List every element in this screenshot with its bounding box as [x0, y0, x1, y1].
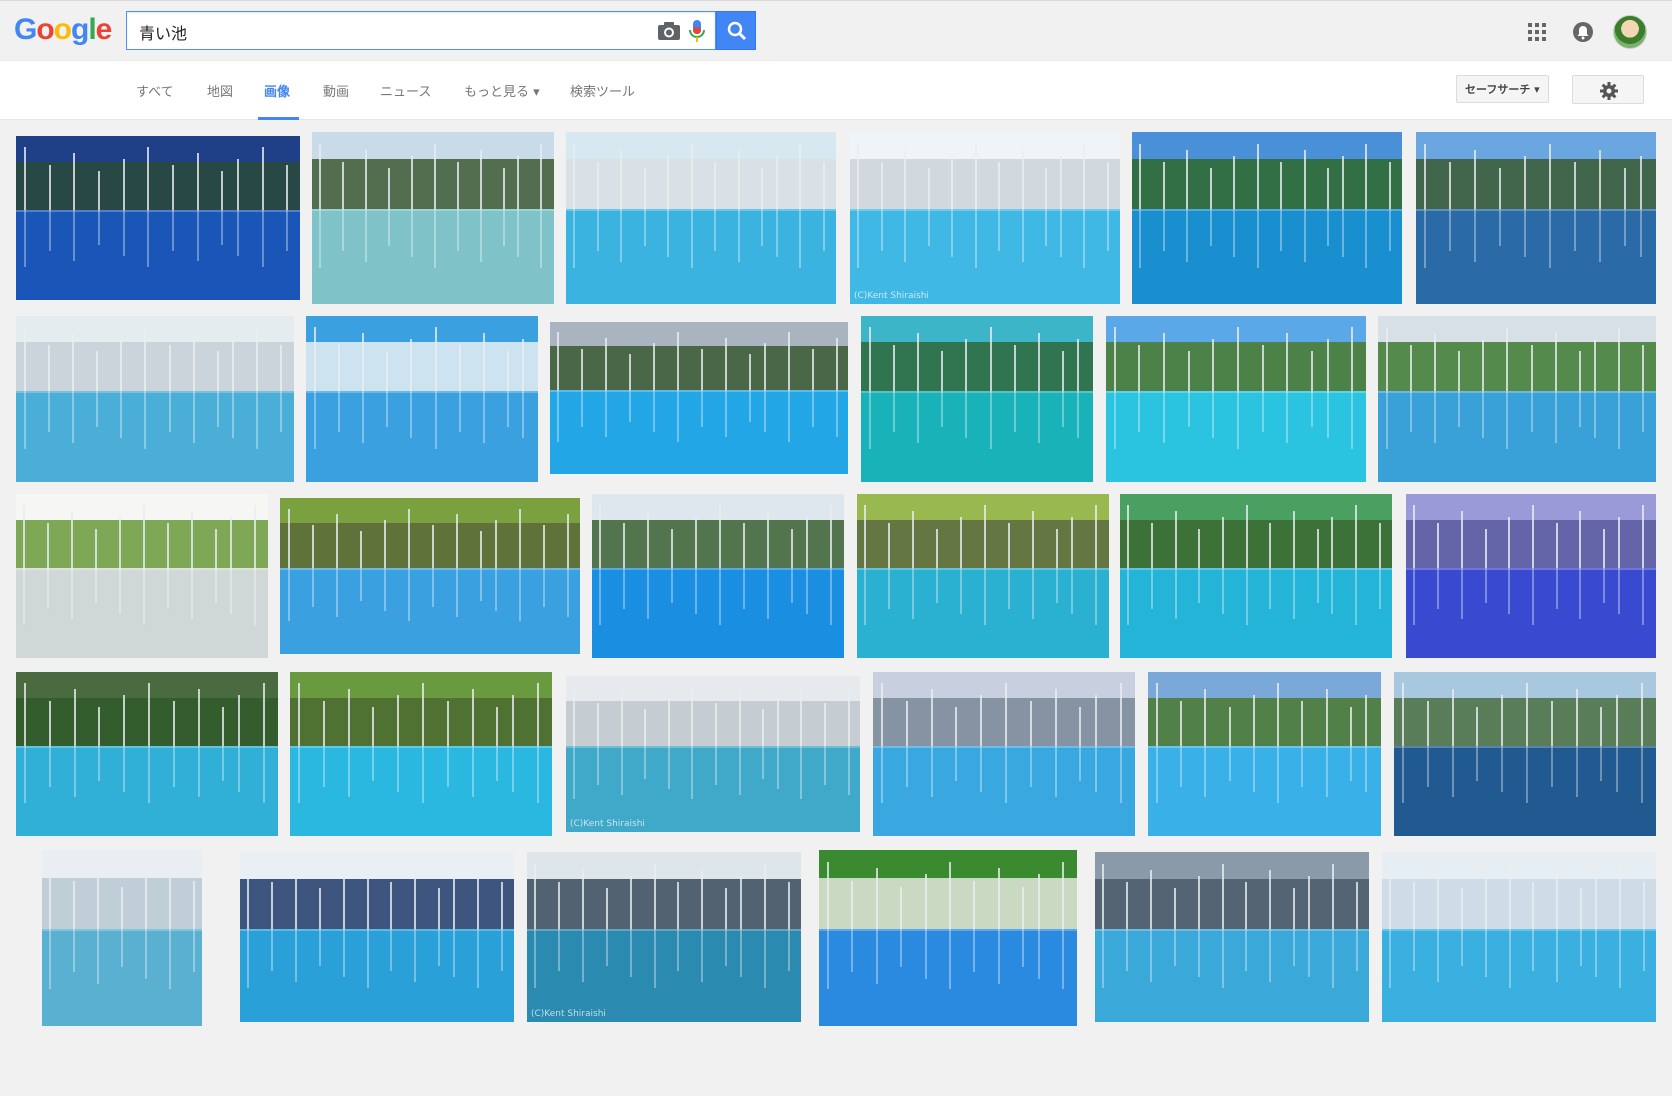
tab-all[interactable]: すべて: [136, 81, 174, 100]
image-thumbnail: [16, 494, 268, 658]
tab-videos[interactable]: 動画: [323, 81, 349, 100]
image-thumbnail: [16, 672, 278, 836]
image-result[interactable]: [592, 494, 844, 658]
image-result[interactable]: [280, 498, 580, 654]
logo-letter: o: [53, 13, 72, 46]
search-button[interactable]: [716, 11, 756, 50]
image-thumbnail: [873, 672, 1135, 836]
image-result[interactable]: [16, 494, 268, 658]
image-thumbnail: [1394, 672, 1656, 836]
image-thumbnail: [240, 852, 514, 1022]
nav-bar: すべて 地図 画像 動画 ニュース もっと見る ▾ 検索ツール セーフサーチ ▾: [0, 60, 1672, 120]
settings-button[interactable]: [1572, 75, 1644, 104]
image-thumbnail: [42, 850, 202, 1026]
image-thumbnail: [306, 316, 538, 482]
search-icon: [727, 21, 747, 41]
image-result[interactable]: (C)Kent Shiraishi: [527, 852, 801, 1022]
image-result[interactable]: [306, 316, 538, 482]
image-result[interactable]: [1378, 316, 1656, 482]
image-result[interactable]: [873, 672, 1135, 836]
image-result[interactable]: [1132, 132, 1402, 304]
image-thumbnail: [1095, 852, 1369, 1022]
image-thumbnail: [16, 316, 294, 482]
image-thumbnail: [857, 494, 1109, 658]
apps-grid-icon[interactable]: [1528, 23, 1546, 41]
image-watermark: (C)Kent Shiraishi: [531, 1009, 606, 1019]
image-thumbnail: [290, 672, 552, 836]
tab-search-tools[interactable]: 検索ツール: [570, 81, 635, 100]
image-result[interactable]: [1406, 494, 1656, 658]
tab-maps[interactable]: 地図: [207, 81, 233, 100]
image-result[interactable]: [1120, 494, 1392, 658]
logo-letter: e: [95, 13, 113, 46]
image-result[interactable]: [312, 132, 554, 304]
avatar[interactable]: [1613, 15, 1647, 49]
image-thumbnail: [566, 132, 836, 304]
image-result[interactable]: [566, 132, 836, 304]
image-watermark: (C)Kent Shiraishi: [854, 291, 929, 301]
google-logo[interactable]: Google: [14, 13, 113, 47]
image-thumbnail: [1406, 494, 1656, 658]
image-result[interactable]: [240, 852, 514, 1022]
image-result[interactable]: [1106, 316, 1366, 482]
image-result[interactable]: [550, 322, 848, 474]
image-result[interactable]: [1095, 852, 1369, 1022]
gear-icon: [1600, 82, 1618, 100]
image-result[interactable]: [16, 316, 294, 482]
logo-letter: G: [14, 13, 37, 46]
image-thumbnail: [312, 132, 554, 304]
image-thumbnail: [1132, 132, 1402, 304]
image-thumbnail: [819, 850, 1077, 1026]
image-thumbnail: [1416, 132, 1656, 304]
logo-letter: l: [88, 13, 96, 46]
image-result[interactable]: [819, 850, 1077, 1026]
image-thumbnail: [1378, 316, 1656, 482]
image-thumbnail: [550, 322, 848, 474]
search-box[interactable]: [126, 11, 716, 50]
tab-more[interactable]: もっと見る ▾: [464, 81, 540, 100]
image-result[interactable]: [16, 136, 300, 300]
image-result[interactable]: [42, 850, 202, 1026]
camera-icon[interactable]: [657, 20, 681, 42]
logo-letter: g: [71, 13, 89, 46]
image-result[interactable]: (C)Kent Shiraishi: [850, 132, 1120, 304]
image-result[interactable]: [861, 316, 1093, 482]
search-input[interactable]: [137, 20, 641, 44]
image-result[interactable]: [1148, 672, 1381, 836]
notifications-icon[interactable]: [1572, 21, 1594, 43]
image-thumbnail: [861, 316, 1093, 482]
logo-letter: o: [36, 13, 54, 46]
image-result[interactable]: [290, 672, 552, 836]
image-result[interactable]: [16, 672, 278, 836]
image-result[interactable]: [1416, 132, 1656, 304]
image-thumbnail: [566, 676, 860, 832]
image-result[interactable]: [1382, 852, 1656, 1022]
safesearch-button[interactable]: セーフサーチ ▾: [1456, 75, 1549, 103]
header: Google: [0, 0, 1672, 60]
image-thumbnail: [1106, 316, 1366, 482]
image-results-grid: (C)Kent Shiraishi (C)Kent Shiraishi (C)Ken…: [0, 120, 1672, 1096]
image-thumbnail: [527, 852, 801, 1022]
image-result[interactable]: [1394, 672, 1656, 836]
image-thumbnail: [280, 498, 580, 654]
image-watermark: (C)Kent Shiraishi: [570, 819, 645, 829]
image-result[interactable]: (C)Kent Shiraishi: [566, 676, 860, 832]
image-thumbnail: [1120, 494, 1392, 658]
image-thumbnail: [1382, 852, 1656, 1022]
mic-icon[interactable]: [687, 19, 707, 43]
image-result[interactable]: [857, 494, 1109, 658]
image-thumbnail: [850, 132, 1120, 304]
image-thumbnail: [1148, 672, 1381, 836]
tab-news[interactable]: ニュース: [380, 81, 431, 100]
image-thumbnail: [16, 136, 300, 300]
image-thumbnail: [592, 494, 844, 658]
tab-images[interactable]: 画像: [264, 81, 290, 100]
